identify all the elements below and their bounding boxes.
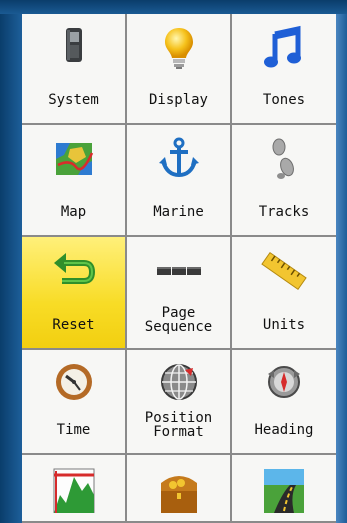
units-label: Units [262,317,306,333]
heading-label: Heading [254,422,314,438]
marine-label: Marine [153,204,204,220]
tones-label: Tones [262,92,306,108]
lightbulb-icon [155,24,203,72]
page-sequence-label: Page Sequence [144,305,213,335]
system-tile[interactable]: System [22,14,127,125]
position-format-label: Position Format [144,410,213,440]
reset-label: Reset [52,317,95,333]
music-note-icon [260,24,308,72]
geocache-tile[interactable] [127,455,232,523]
gps-device-icon [50,24,98,72]
setup-menu-grid: System Display Tones Map Marine Tracks R… [22,14,336,523]
display-label: Display [148,92,208,108]
reset-arrow-icon [50,247,98,295]
device-screen: System Display Tones Map Marine Tracks R… [0,0,347,523]
routing-tile[interactable] [232,455,336,523]
road-icon [260,465,308,513]
bezel-top [0,0,347,14]
time-tile[interactable]: Time [22,350,127,455]
map-icon [50,135,98,183]
tones-tile[interactable]: Tones [232,14,336,125]
position-format-tile[interactable]: Position Format [127,350,232,455]
heading-tile[interactable]: Heading [232,350,336,455]
display-tile[interactable]: Display [127,14,232,125]
elevation-tile[interactable] [22,455,127,523]
bezel-left [0,14,22,523]
time-label: Time [56,422,91,438]
system-label: System [48,92,99,108]
elevation-chart-icon [50,465,98,513]
ruler-icon [260,247,308,295]
map-tile[interactable]: Map [22,125,127,237]
tracks-tile[interactable]: Tracks [232,125,336,237]
tracks-label: Tracks [258,204,310,220]
reset-tile[interactable]: Reset [22,237,127,350]
clock-icon [50,360,98,408]
page-sequence-icon [155,247,203,295]
footprints-icon [260,135,308,183]
page-sequence-tile[interactable]: Page Sequence [127,237,232,350]
anchor-icon [155,135,203,183]
marine-tile[interactable]: Marine [127,125,232,237]
globe-grid-icon [155,360,203,408]
treasure-chest-icon [155,465,203,513]
compass-icon [260,360,308,408]
units-tile[interactable]: Units [232,237,336,350]
map-label: Map [60,204,87,220]
bezel-right [336,14,347,523]
